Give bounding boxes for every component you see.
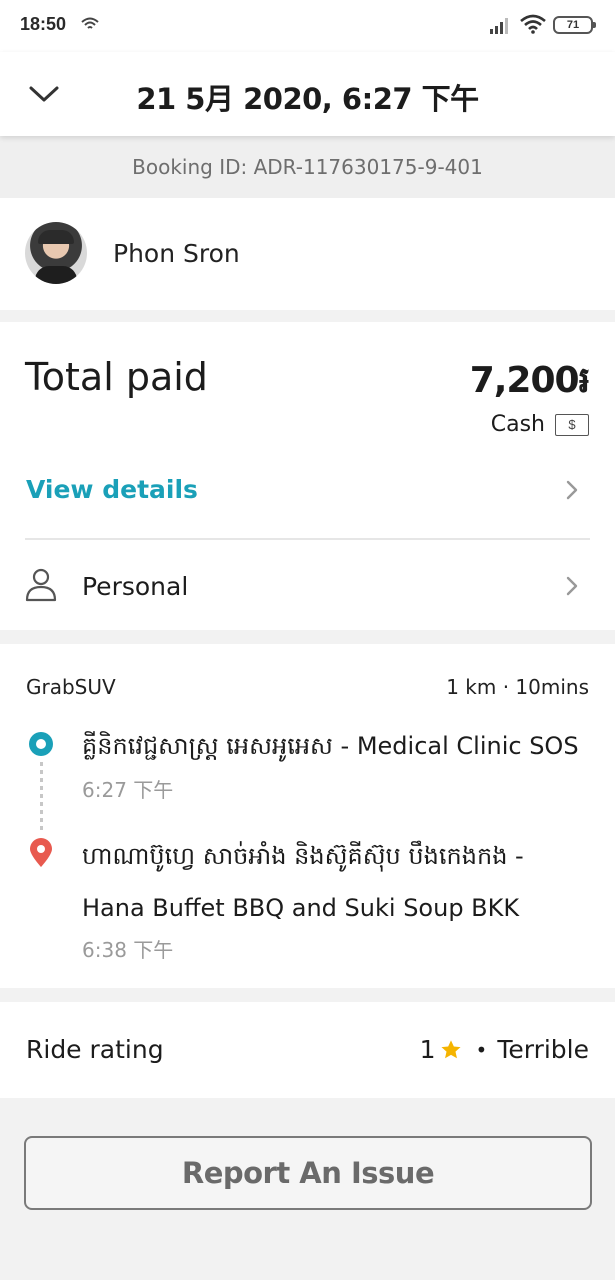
payment-card: Total paid 7,200៛ Cash $ View details Pe… <box>0 322 615 630</box>
top-bar: 21 5月 2020, 6:27 下午 <box>0 52 615 136</box>
driver-name: Phon Sron <box>113 239 240 268</box>
ride-rating-value: 1 • Terrible <box>420 1035 589 1064</box>
pickup-icon <box>29 732 53 756</box>
rating-card: Ride rating 1 • Terrible <box>0 1002 615 1098</box>
rating-separator: • <box>475 1037 488 1062</box>
payment-method-label: Cash <box>490 412 545 437</box>
battery-icon: 71 <box>553 16 596 34</box>
chevron-down-icon[interactable] <box>28 80 60 108</box>
hotspot-icon <box>81 17 99 29</box>
status-bar: 18:50 71 <box>0 0 615 52</box>
page-title: 21 5月 2020, 6:27 下午 <box>136 82 479 116</box>
pickup-location: គ្លីនិកវេជ្ជសាស្ត្រ អេសអូអេស - Medical C… <box>82 732 579 760</box>
dropoff-location-line2: Hana Buffet BBQ and Suki Soup BKK <box>82 894 520 922</box>
payment-method: Cash $ <box>491 412 589 437</box>
wifi-icon <box>520 14 546 34</box>
rating-text: Terrible <box>497 1035 589 1064</box>
star-icon <box>440 1039 461 1058</box>
person-icon <box>25 568 57 602</box>
rating-score: 1 <box>419 1035 436 1064</box>
route-line <box>40 762 43 832</box>
report-issue-button[interactable]: Report An Issue <box>24 1136 592 1210</box>
status-time: 18:50 <box>20 14 67 34</box>
pickup-time: 6:27 下午 <box>82 778 174 802</box>
view-details-link[interactable]: View details <box>26 475 198 504</box>
cash-icon: $ <box>555 413 589 436</box>
ride-rating-label: Ride rating <box>26 1035 164 1064</box>
profile-type[interactable]: Personal <box>82 572 188 601</box>
booking-id: Booking ID: ADR-117630175-9-401 <box>132 155 483 179</box>
driver-card: Phon Sron <box>0 198 615 310</box>
chevron-right-icon[interactable] <box>565 575 579 597</box>
trip-distance-duration: 1 km · 10mins <box>446 675 589 699</box>
dropoff-pin-icon <box>30 838 52 867</box>
ride-card: GrabSUV 1 km · 10mins គ្លីនិកវេជ្ជសាស្ត្… <box>0 644 615 988</box>
total-amount: 7,200៛ <box>469 360 590 401</box>
signal-icon <box>490 18 508 34</box>
avatar <box>25 222 87 284</box>
booking-strip: Booking ID: ADR-117630175-9-401 <box>0 136 615 198</box>
total-paid-label: Total paid <box>25 355 208 399</box>
service-name: GrabSUV <box>26 675 116 699</box>
divider <box>25 538 590 540</box>
dropoff-time: 6:38 下午 <box>82 938 174 962</box>
chevron-right-icon[interactable] <box>565 479 579 501</box>
dropoff-location-line1: ហាណាប៊ូហ្វេ សាច់អាំង និងស៊ូគីស៊ុប បឹងកេង… <box>82 842 524 870</box>
